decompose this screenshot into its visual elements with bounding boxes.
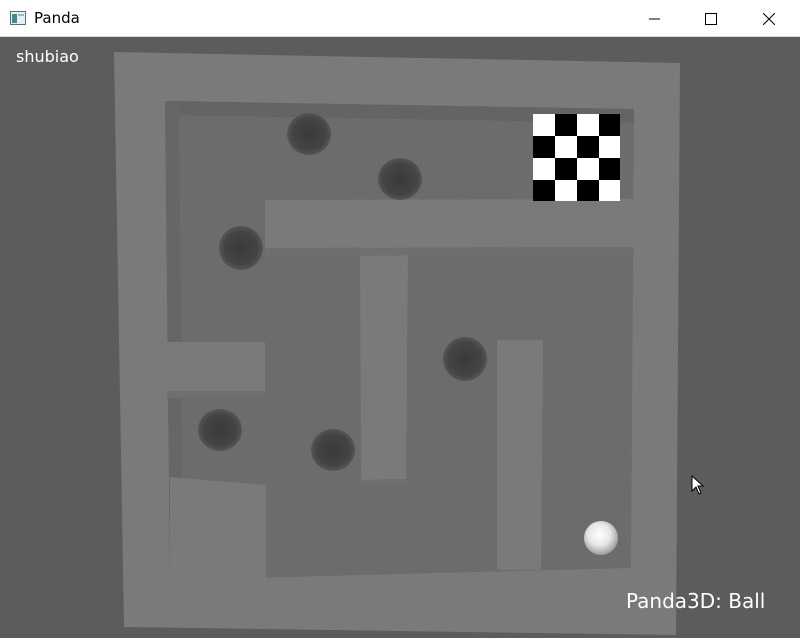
hole [287,113,331,155]
minimize-icon [649,18,660,19]
close-button[interactable] [746,0,792,37]
maze-wall [497,340,543,570]
maximize-icon [705,12,717,25]
wall-side [265,247,634,256]
white-ball[interactable] [584,521,618,555]
hud-label-bottom-right: Panda3D: Ball [626,589,766,613]
app-icon [10,11,26,25]
hole [219,226,263,270]
wall-side [361,479,406,486]
goal-checkerboard [533,114,620,201]
wall-side [167,391,265,398]
window-title: Panda [34,9,80,27]
hud-label-top-left: shubiao [16,47,79,66]
hole [443,337,487,381]
maze-wall [166,342,265,391]
game-viewport[interactable]: shubiao Panda3D: Ball [0,37,800,638]
hole [311,429,355,471]
maze-wall [170,477,266,580]
maze-wall [360,247,408,480]
mouse-cursor-icon [691,475,705,495]
labyrinth-board[interactable] [0,37,800,638]
close-icon [763,12,775,25]
title-bar: Panda [0,0,800,37]
hole [198,409,242,451]
maze-wall [265,199,634,248]
hole [378,158,422,200]
minimize-button[interactable] [632,0,678,37]
maximize-button[interactable] [688,0,734,37]
